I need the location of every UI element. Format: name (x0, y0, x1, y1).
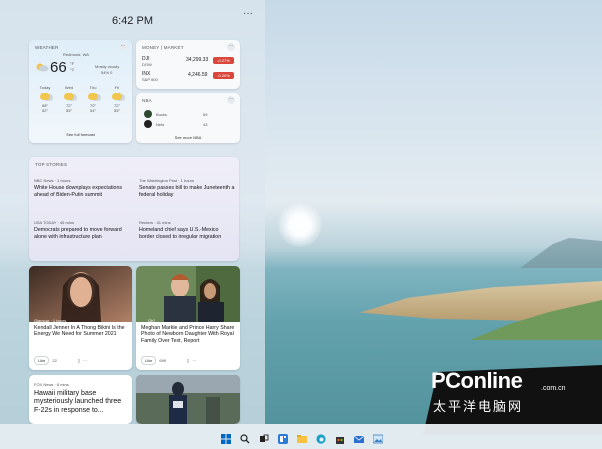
forecast-day: Fri 72° 55° (112, 85, 122, 113)
news-source: FOX News · 8 mins (34, 382, 69, 387)
file-explorer-icon[interactable] (297, 431, 307, 443)
market-row-inx[interactable]: INX S&P 500 4,246.59 -0.20% (142, 71, 234, 83)
watermark-domain: .com.cn (541, 385, 566, 392)
save-icon[interactable]: ▯ (187, 358, 189, 363)
reactions-count: 22 (52, 358, 57, 363)
market-more-icon[interactable]: ··· (227, 43, 235, 51)
weather-location: Redmond, WA (63, 52, 89, 57)
forecast-day: Wed 72° 55° (64, 85, 74, 113)
news-headline: Hawaii military base mysteriously launch… (34, 390, 122, 414)
story-item[interactable]: USA TODAY · 45 mins Democrats prepared to… (34, 220, 130, 240)
news-photo (136, 266, 240, 322)
news-source: Glamour · 1 hours (34, 318, 67, 323)
cloudy-icon (36, 63, 49, 72)
edge-browser-icon[interactable] (316, 431, 326, 444)
task-view-icon[interactable] (259, 431, 269, 442)
news-photo (136, 375, 240, 424)
nba-title: NBA (142, 98, 152, 103)
unit-f[interactable]: °F (70, 61, 74, 66)
more-icon[interactable]: ··· (83, 358, 87, 363)
news-headline: Kendall Jenner In A Thong Bikini Is the … (34, 325, 125, 338)
story-item[interactable]: The Washington Post · 1 hours Senate pass… (139, 178, 235, 198)
team-name: Nets (156, 122, 165, 127)
mail-icon[interactable] (353, 431, 365, 443)
news-card[interactable] (136, 375, 240, 424)
store-icon[interactable] (335, 431, 345, 444)
team-name: Bucks (156, 112, 167, 117)
forecast-day: Thu 70° 54° (88, 85, 98, 113)
windows-start-icon[interactable] (221, 431, 231, 444)
search-icon[interactable] (240, 431, 250, 444)
partly-sunny-icon (40, 93, 50, 100)
save-icon[interactable]: ▯ (78, 358, 80, 363)
top-stories-widget: TOP STORIES NBC News · 1 hours White Hous… (29, 157, 239, 261)
change-badge: -0.20% (213, 72, 234, 79)
weather-details: 54% 0 (101, 70, 113, 75)
team-score: 43 (203, 122, 208, 127)
panel-more-icon[interactable]: ··· (243, 8, 253, 19)
widgets-icon[interactable] (278, 431, 288, 444)
news-card[interactable]: OK! Meghan Markle and Prince Harry Share… (136, 266, 240, 370)
reactions-count: 699 (159, 358, 167, 363)
bucks-logo-icon (144, 110, 152, 118)
market-widget[interactable]: MONEY | MARKET ··· DJI DOW 34,299.33 -0.… (136, 40, 240, 89)
photos-icon[interactable] (372, 431, 384, 444)
nba-more-icon[interactable]: ··· (227, 96, 235, 104)
top-stories-title: TOP STORIES (35, 162, 68, 167)
wallpaper-sun (278, 203, 322, 247)
market-title: MONEY | MARKET (142, 45, 184, 50)
news-actions: Like 699 ▯ ··· (141, 356, 196, 365)
partly-sunny-icon (88, 93, 98, 100)
news-headline: Meghan Markle and Prince Harry Share Pho… (141, 325, 235, 344)
watermark-tagline: 太平洋电脑网 (433, 399, 524, 414)
nba-widget[interactable]: NBA ··· Bucks 59 Nets 43 See more NBA (136, 93, 240, 143)
panel-clock: 6:42 PM (112, 15, 153, 27)
weather-more-icon[interactable]: ··· (119, 43, 127, 51)
story-item[interactable]: NBC News · 1 hours White House downplays … (34, 178, 130, 198)
taskbar (0, 424, 602, 449)
partly-sunny-icon (64, 93, 74, 100)
more-icon[interactable]: ··· (192, 358, 196, 363)
news-card[interactable]: Glamour · 1 hours Kendall Jenner In A Th… (29, 266, 132, 370)
team-score: 59 (203, 112, 208, 117)
weather-widget[interactable]: WEATHER ··· Redmond, WA 66 °F °C Mostly … (29, 40, 132, 143)
widgets-panel: 6:42 PM ··· WEATHER ··· Redmond, WA 66 °… (0, 0, 265, 424)
watermark-brand: PConline (431, 368, 523, 393)
forecast-days: Today 68° 52° Wed 72° 55° Thu 70° 54° Fri 7… (35, 85, 127, 113)
news-source: OK! (148, 318, 155, 323)
weather-temperature: 66 (50, 59, 67, 76)
news-actions: Like 22 ▯ ··· (34, 356, 87, 365)
story-item[interactable]: Reuters · 41 mins Homeland chief says U.S… (139, 220, 235, 240)
see-full-forecast-link[interactable]: See full forecast (29, 132, 132, 137)
market-row-dji[interactable]: DJI DOW 34,299.33 -0.27% (142, 56, 234, 68)
news-photo (29, 266, 132, 322)
change-badge: -0.27% (213, 57, 234, 64)
forecast-day: Today 68° 52° (39, 85, 51, 113)
like-button[interactable]: Like (34, 356, 50, 365)
news-card[interactable]: FOX News · 8 mins Hawaii military base m… (29, 375, 132, 424)
weather-condition: Mostly cloudy (95, 64, 120, 69)
nets-logo-icon (144, 120, 152, 128)
partly-sunny-icon (112, 93, 122, 100)
see-more-nba-link[interactable]: See more NBA (136, 135, 240, 140)
unit-c[interactable]: °C (70, 67, 75, 72)
weather-title: WEATHER (35, 45, 59, 50)
like-button[interactable]: Like (141, 356, 157, 365)
